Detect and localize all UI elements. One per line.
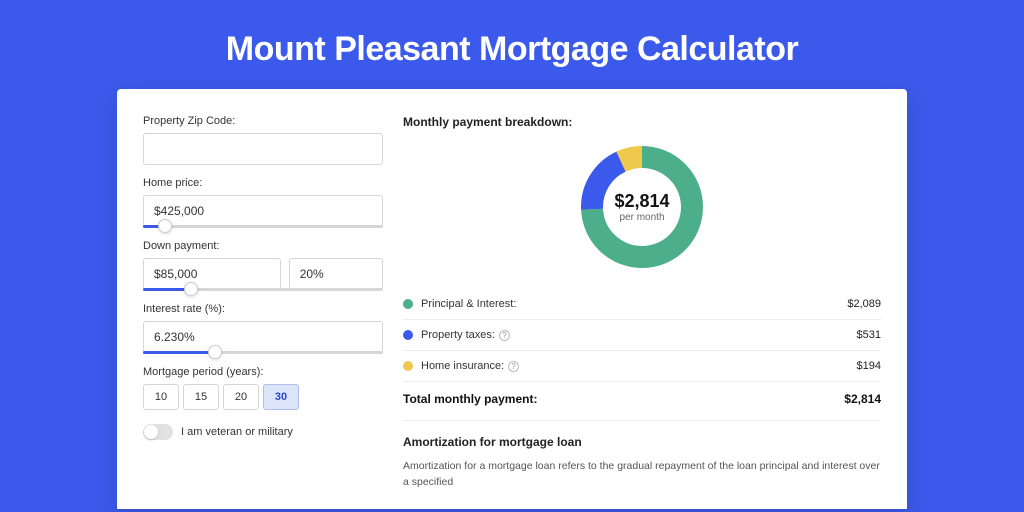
period-btn-20[interactable]: 20 <box>223 384 259 410</box>
info-icon[interactable]: ? <box>508 361 519 372</box>
veteran-toggle[interactable] <box>143 424 173 440</box>
down-payment-input[interactable] <box>143 258 281 290</box>
zip-label: Property Zip Code: <box>143 115 383 127</box>
home-price-label: Home price: <box>143 177 383 189</box>
legend-value: $194 <box>857 360 881 372</box>
legend-label: Home insurance: ? <box>421 360 857 372</box>
total-label: Total monthly payment: <box>403 392 537 406</box>
down-payment-pct-input[interactable] <box>289 258 383 290</box>
legend-row-insurance: Home insurance: ? $194 <box>403 351 881 382</box>
home-price-input[interactable] <box>143 195 383 227</box>
amortization-section: Amortization for mortgage loan Amortizat… <box>403 420 881 491</box>
zip-input[interactable] <box>143 133 383 165</box>
period-field: Mortgage period (years): 10 15 20 30 <box>143 366 383 410</box>
amortization-text: Amortization for a mortgage loan refers … <box>403 459 881 491</box>
interest-rate-slider[interactable] <box>143 351 383 354</box>
donut-chart: $2,814 per month <box>403 143 881 271</box>
legend-value: $2,089 <box>847 298 881 310</box>
home-price-slider[interactable] <box>143 225 383 228</box>
dot-icon <box>403 299 413 309</box>
legend-value: $531 <box>857 329 881 341</box>
veteran-label: I am veteran or military <box>181 426 293 438</box>
dot-icon <box>403 361 413 371</box>
page-title: Mount Pleasant Mortgage Calculator <box>0 30 1024 69</box>
legend-row-principal: Principal & Interest: $2,089 <box>403 289 881 320</box>
total-row: Total monthly payment: $2,814 <box>403 382 881 420</box>
dot-icon <box>403 330 413 340</box>
veteran-row: I am veteran or military <box>143 424 383 440</box>
down-payment-label: Down payment: <box>143 240 383 252</box>
interest-rate-label: Interest rate (%): <box>143 303 383 315</box>
interest-rate-input[interactable] <box>143 321 383 353</box>
calculator-card: Property Zip Code: Home price: Down paym… <box>117 89 907 509</box>
legend-label-text: Home insurance: <box>421 360 504 372</box>
donut-sub: per month <box>619 212 664 223</box>
zip-field: Property Zip Code: <box>143 115 383 165</box>
form-column: Property Zip Code: Home price: Down paym… <box>143 115 383 509</box>
home-price-field: Home price: <box>143 177 383 228</box>
period-btn-10[interactable]: 10 <box>143 384 179 410</box>
down-payment-slider[interactable] <box>143 288 383 291</box>
breakdown-column: Monthly payment breakdown: $2,814 per mo… <box>403 115 881 509</box>
legend-row-taxes: Property taxes: ? $531 <box>403 320 881 351</box>
legend: Principal & Interest: $2,089 Property ta… <box>403 289 881 420</box>
period-btn-30[interactable]: 30 <box>263 384 299 410</box>
period-buttons: 10 15 20 30 <box>143 384 383 410</box>
down-payment-field: Down payment: <box>143 240 383 291</box>
total-value: $2,814 <box>844 392 881 406</box>
legend-label: Property taxes: ? <box>421 329 857 341</box>
interest-rate-field: Interest rate (%): <box>143 303 383 354</box>
legend-label: Principal & Interest: <box>421 298 847 310</box>
breakdown-title: Monthly payment breakdown: <box>403 115 881 129</box>
amortization-title: Amortization for mortgage loan <box>403 435 881 449</box>
info-icon[interactable]: ? <box>499 330 510 341</box>
legend-label-text: Property taxes: <box>421 329 495 341</box>
donut-value: $2,814 <box>614 191 669 212</box>
period-btn-15[interactable]: 15 <box>183 384 219 410</box>
period-label: Mortgage period (years): <box>143 366 383 378</box>
